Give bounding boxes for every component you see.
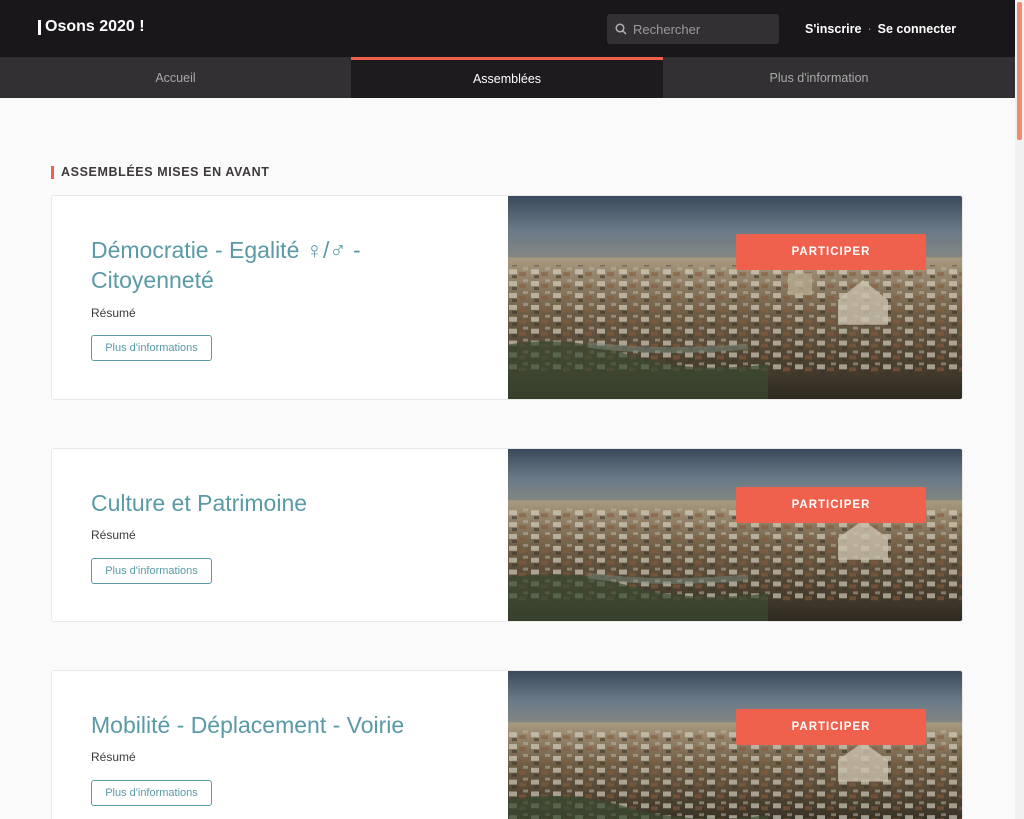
city-photo — [508, 196, 962, 399]
tab-label: Plus d'information — [769, 70, 869, 85]
section-title: ASSEMBLÉES MISES EN AVANT — [61, 165, 270, 179]
assembly-cover-image: PARTICIPER — [508, 449, 962, 621]
main-nav: Accueil Assemblées Plus d'information — [0, 57, 1015, 98]
search-box[interactable] — [607, 14, 779, 44]
logo-text: Osons 2020 ! — [45, 18, 145, 35]
assembly-cover-image: PARTICIPER — [508, 671, 962, 819]
more-info-button[interactable]: Plus d'informations — [91, 558, 212, 584]
tab-label: Accueil — [155, 70, 196, 85]
participate-button[interactable]: PARTICIPER — [736, 709, 926, 745]
site-logo[interactable]: Osons 2020 ! — [38, 18, 145, 36]
assembly-summary: Résumé — [91, 750, 136, 764]
auth-links: S'inscrire · Se connecter — [805, 22, 956, 36]
logo-bar — [38, 19, 41, 35]
assembly-card: Mobilité - Déplacement - Voirie Résumé P… — [51, 670, 963, 819]
top-header: Osons 2020 ! S'inscrire · Se connecter — [0, 0, 1015, 57]
login-link[interactable]: Se connecter — [878, 22, 957, 36]
search-icon — [615, 23, 627, 35]
assembly-title[interactable]: Mobilité - Déplacement - Voirie — [91, 710, 411, 740]
assembly-title[interactable]: Démocratie - Egalité ♀/♂ - Citoyenneté — [91, 235, 411, 295]
assembly-title[interactable]: Culture et Patrimoine — [91, 488, 411, 518]
signup-link[interactable]: S'inscrire — [805, 22, 861, 36]
tab-label: Assemblées — [472, 72, 542, 86]
auth-separator: · — [867, 22, 872, 36]
assembly-card: Culture et Patrimoine Résumé Plus d'info… — [51, 448, 963, 622]
search-input[interactable] — [633, 21, 773, 37]
more-info-button[interactable]: Plus d'informations — [91, 335, 212, 361]
section-accent-bar — [51, 165, 54, 179]
participate-button[interactable]: PARTICIPER — [736, 487, 926, 523]
assembly-summary: Résumé — [91, 528, 136, 542]
tab-assemblees[interactable]: Assemblées — [351, 57, 663, 98]
assembly-cover-image: PARTICIPER — [508, 196, 962, 399]
scrollbar-thumb[interactable] — [1017, 2, 1022, 140]
city-photo — [508, 671, 962, 819]
assembly-summary: Résumé — [91, 306, 136, 320]
more-info-button[interactable]: Plus d'informations — [91, 780, 212, 806]
section-heading: ASSEMBLÉES MISES EN AVANT — [51, 165, 270, 179]
city-photo — [508, 449, 962, 621]
assembly-card: Démocratie - Egalité ♀/♂ - Citoyenneté R… — [51, 195, 963, 400]
participate-button[interactable]: PARTICIPER — [736, 234, 926, 270]
tab-plus-information[interactable]: Plus d'information — [663, 57, 975, 98]
tab-accueil[interactable]: Accueil — [0, 57, 351, 98]
